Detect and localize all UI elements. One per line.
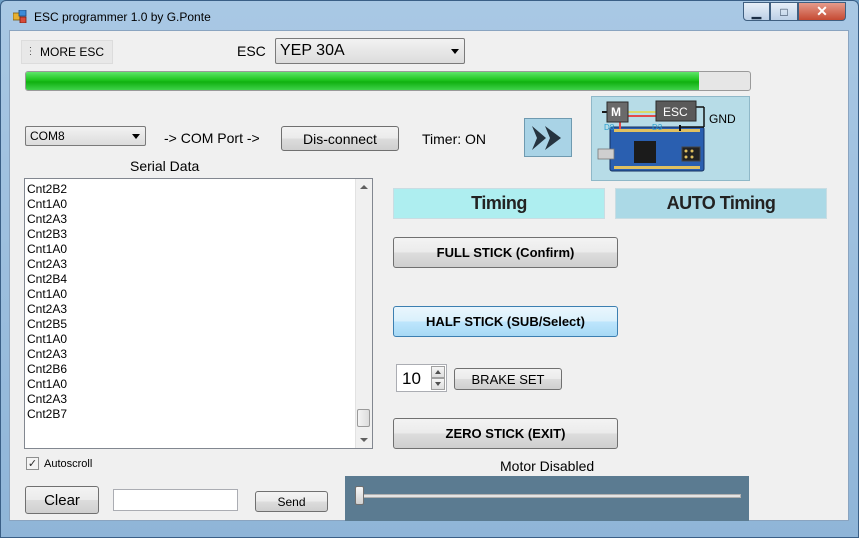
- forward-button[interactable]: [524, 118, 572, 157]
- fast-forward-icon: [532, 125, 561, 150]
- chevron-down-icon: [132, 134, 140, 139]
- serial-data-label: Serial Data: [130, 158, 200, 174]
- serial-line: Cnt1A0: [27, 377, 68, 391]
- serial-line: Cnt1A0: [27, 332, 68, 346]
- pin-d8-label: D8: [604, 123, 615, 132]
- stepper-down-button[interactable]: [431, 378, 445, 390]
- com-port-value: COM8: [30, 129, 65, 143]
- serial-line: Cnt2B3: [27, 227, 68, 241]
- chevron-up-icon: [435, 370, 441, 374]
- esc-type-select[interactable]: YEP 30A: [275, 38, 465, 64]
- close-button[interactable]: ✕: [798, 2, 846, 21]
- serial-line: Cnt2B5: [27, 317, 68, 331]
- progress-bar: [25, 71, 751, 91]
- serial-data-textbox[interactable]: Cnt2B2 Cnt1A0 Cnt2A3 Cnt2B3 Cnt1A0 Cnt2A3 Cnt2…: [24, 178, 373, 449]
- motor-slider-panel: [345, 476, 749, 521]
- chevron-down-icon: [451, 49, 459, 54]
- serial-line: Cnt1A0: [27, 287, 68, 301]
- maximize-button[interactable]: □: [770, 2, 798, 21]
- motor-slider-track[interactable]: [355, 494, 741, 498]
- autoscroll-checkbox[interactable]: ✓: [26, 457, 39, 470]
- serial-line: Cnt2B7: [27, 407, 68, 421]
- com-port-select[interactable]: COM8: [25, 126, 146, 146]
- chevron-down-icon: [435, 382, 441, 386]
- serial-line: Cnt2B2: [27, 182, 68, 196]
- window-title: ESC programmer 1.0 by G.Ponte: [34, 10, 211, 24]
- serial-line: Cnt2A3: [27, 347, 68, 361]
- autoscroll-label: Autoscroll: [44, 458, 93, 470]
- vertical-scrollbar[interactable]: [355, 179, 372, 448]
- serial-line: Cnt2B4: [27, 272, 68, 286]
- motor-label: M: [611, 105, 621, 119]
- full-stick-button[interactable]: FULL STICK (Confirm): [393, 237, 618, 268]
- com-port-label: -> COM Port ->: [164, 130, 260, 146]
- esc-label: ESC: [237, 43, 266, 59]
- wiring-diagram: M ESC GND D8 D3: [591, 96, 750, 181]
- maximize-icon: □: [780, 4, 788, 19]
- half-stick-button[interactable]: HALF STICK (SUB/Select): [393, 306, 618, 337]
- minimize-button[interactable]: ▁: [743, 2, 770, 21]
- serial-line: Cnt2A3: [27, 302, 68, 316]
- send-input[interactable]: [113, 489, 238, 511]
- gnd-label: GND: [709, 112, 736, 126]
- timer-status: Timer: ON: [422, 131, 487, 147]
- send-button[interactable]: Send: [255, 491, 328, 512]
- more-esc-button[interactable]: ⋮ MORE ESC: [21, 40, 113, 64]
- progress-fill: [26, 72, 700, 90]
- zero-stick-button[interactable]: ZERO STICK (EXIT): [393, 418, 618, 449]
- scroll-down-icon[interactable]: [360, 438, 368, 442]
- title-bar[interactable]: ESC programmer 1.0 by G.Ponte ▁ □ ✕: [1, 1, 858, 31]
- serial-line: Cnt1A0: [27, 197, 68, 211]
- serial-line: Cnt2B6: [27, 362, 68, 376]
- stepper-up-button[interactable]: [431, 366, 445, 378]
- app-icon: [13, 10, 27, 23]
- timing-panel[interactable]: Timing: [393, 188, 605, 219]
- serial-line: Cnt2A3: [27, 392, 68, 406]
- clear-button[interactable]: Clear: [25, 486, 99, 514]
- auto-timing-panel[interactable]: AUTO Timing: [615, 188, 827, 219]
- checkmark-icon: ✓: [27, 458, 38, 470]
- pin-d3-label: D3: [652, 123, 663, 132]
- esc-diagram-label: ESC: [663, 105, 688, 119]
- esc-type-value: YEP 30A: [280, 42, 345, 59]
- more-esc-label: MORE ESC: [40, 45, 105, 59]
- serial-line: Cnt2A3: [27, 257, 68, 271]
- brake-set-button[interactable]: BRAKE SET: [454, 368, 562, 390]
- serial-line: Cnt1A0: [27, 242, 68, 256]
- grip-icon: ⋮: [25, 46, 36, 57]
- serial-lines: Cnt2B2 Cnt1A0 Cnt2A3 Cnt2B3 Cnt1A0 Cnt2A3 Cnt2…: [27, 182, 67, 422]
- motor-slider-thumb[interactable]: [355, 486, 364, 505]
- brake-value: 10: [402, 369, 421, 388]
- disconnect-button[interactable]: Dis-connect: [281, 126, 399, 151]
- close-icon: ✕: [816, 3, 828, 19]
- motor-status-label: Motor Disabled: [500, 458, 595, 474]
- minimize-icon: ▁: [751, 4, 762, 19]
- serial-line: Cnt2A3: [27, 212, 68, 226]
- brake-stepper[interactable]: 10: [396, 364, 447, 392]
- scroll-up-icon[interactable]: [360, 185, 368, 189]
- scroll-thumb[interactable]: [357, 409, 370, 427]
